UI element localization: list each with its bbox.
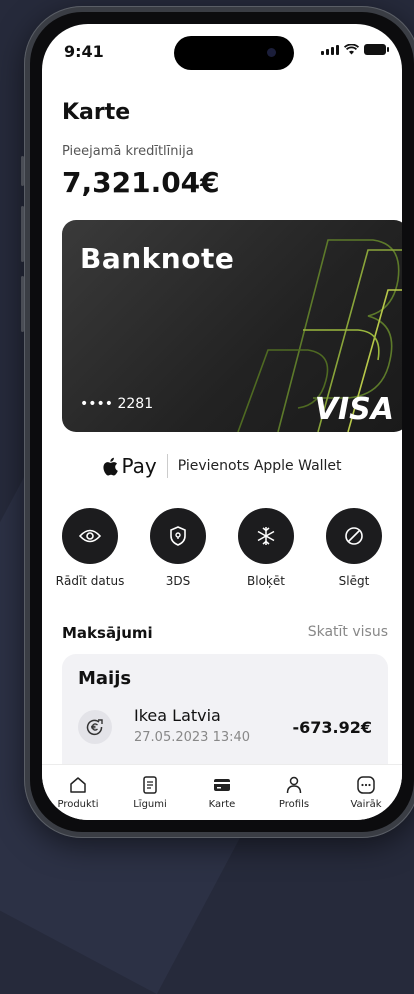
divider bbox=[166, 454, 168, 478]
phone-bezel: 9:41 Karte Pieejamā kredītlīnija 7,321.0… bbox=[30, 12, 414, 832]
credit-line-label: Pieejamā kredītlīnija bbox=[62, 144, 194, 159]
action-label: Bloķēt bbox=[247, 574, 285, 588]
apple-icon bbox=[103, 457, 119, 476]
tab-label: Vairāk bbox=[350, 799, 382, 810]
phone-frame: 9:41 Karte Pieejamā kredītlīnija 7,321.0… bbox=[21, 6, 414, 838]
block-button[interactable]: Bloķēt bbox=[223, 508, 309, 588]
tab-products[interactable]: Produkti bbox=[45, 775, 111, 810]
apple-pay-label: Pay bbox=[121, 454, 157, 478]
shield-icon bbox=[150, 508, 206, 564]
apple-wallet-status: Pievienots Apple Wallet bbox=[177, 458, 342, 474]
transaction-datetime: 27.05.2023 13:40 bbox=[134, 730, 251, 745]
apple-pay-logo: Pay bbox=[102, 454, 157, 478]
tab-more[interactable]: Vairāk bbox=[333, 775, 399, 810]
apple-pay-row[interactable]: Pay Pievienots Apple Wallet bbox=[42, 454, 402, 478]
volume-down-button bbox=[21, 276, 24, 332]
volume-up-button bbox=[21, 206, 24, 262]
payments-heading: Maksājumi bbox=[62, 624, 153, 642]
camera-icon bbox=[267, 48, 276, 57]
page-title: Karte bbox=[62, 100, 131, 125]
more-icon bbox=[357, 776, 375, 794]
action-label: Rādīt datus bbox=[55, 574, 125, 588]
status-time: 9:41 bbox=[64, 42, 104, 61]
card-actions: Rādīt datus 3DS Bloķēt Slēgt bbox=[42, 508, 402, 588]
bank-card[interactable]: Banknote •••• 2281 VISA bbox=[62, 220, 402, 432]
month-heading: Maijs bbox=[78, 668, 132, 689]
tab-label: Produkti bbox=[57, 799, 99, 810]
tab-label: Profils bbox=[278, 799, 310, 810]
tab-label: Līgumi bbox=[133, 799, 167, 810]
profile-icon bbox=[286, 776, 302, 794]
visa-logo: VISA bbox=[314, 392, 394, 427]
battery-icon bbox=[364, 44, 389, 55]
tab-bar: Produkti Līgumi Karte Profils Vairāk bbox=[42, 764, 402, 820]
tab-label: Karte bbox=[208, 799, 236, 810]
card-brand: Banknote bbox=[80, 242, 235, 275]
tab-contracts[interactable]: Līgumi bbox=[117, 775, 183, 810]
transaction-amount: -673.92€ bbox=[292, 718, 372, 737]
close-card-button[interactable]: Slēgt bbox=[311, 508, 397, 588]
show-details-button[interactable]: Rādīt datus bbox=[47, 508, 133, 588]
tab-profile[interactable]: Profils bbox=[261, 775, 327, 810]
view-all-link[interactable]: Skatīt visus bbox=[308, 624, 388, 642]
action-label: Slēgt bbox=[338, 574, 370, 588]
silent-switch bbox=[21, 156, 24, 186]
eye-icon bbox=[62, 508, 118, 564]
status-icons bbox=[321, 44, 389, 55]
block-icon bbox=[326, 508, 382, 564]
wifi-icon bbox=[344, 44, 359, 55]
payments-header: Maksājumi Skatīt visus bbox=[62, 624, 388, 642]
tab-cards[interactable]: Karte bbox=[189, 775, 255, 810]
phone-screen: 9:41 Karte Pieejamā kredītlīnija 7,321.0… bbox=[42, 24, 402, 820]
home-icon bbox=[70, 777, 86, 793]
card-number: •••• 2281 bbox=[80, 396, 154, 412]
snowflake-icon bbox=[238, 508, 294, 564]
credit-line-value: 7,321.04€ bbox=[62, 166, 220, 199]
transaction-merchant[interactable]: Ikea Latvia bbox=[134, 706, 221, 725]
card-icon bbox=[214, 779, 230, 791]
document-icon bbox=[143, 776, 157, 794]
signal-icon bbox=[321, 45, 339, 55]
3ds-button[interactable]: 3DS bbox=[135, 508, 221, 588]
action-label: 3DS bbox=[165, 574, 191, 588]
dynamic-island bbox=[174, 36, 294, 70]
euro-transfer-icon bbox=[78, 710, 112, 744]
